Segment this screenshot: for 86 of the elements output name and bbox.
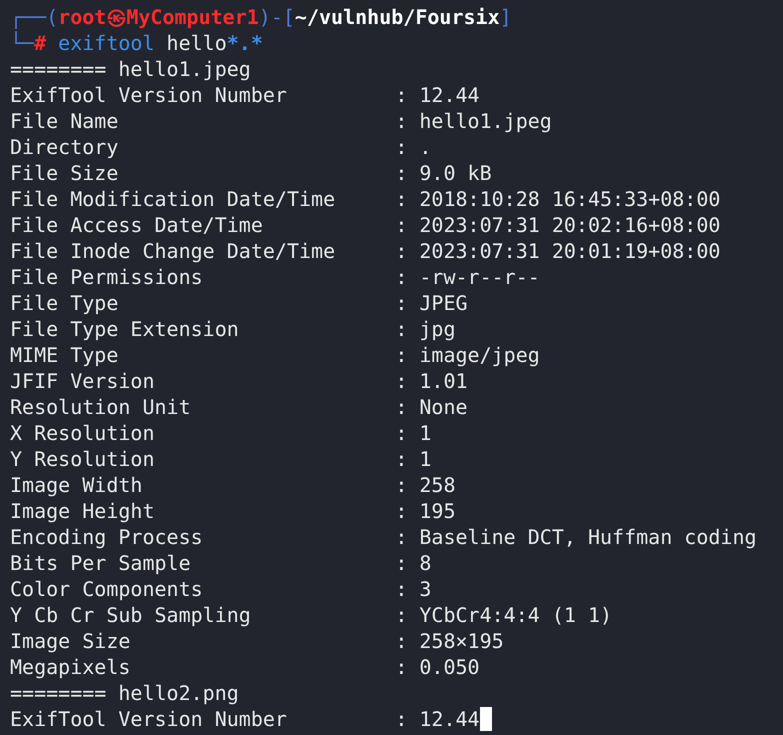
command-argument: hello xyxy=(166,30,227,56)
prompt-path: ~/vulnhub/Foursix xyxy=(294,4,500,30)
tag-name: X Resolution xyxy=(10,420,156,446)
tag-value: 9.0 kB xyxy=(419,160,492,186)
prompt-user-host: root㉿MyComputer1 xyxy=(58,4,259,30)
tag-value: None xyxy=(419,394,468,420)
colon: : xyxy=(395,394,408,420)
tag-value: jpg xyxy=(419,316,456,342)
section-filename: hello2.png xyxy=(118,680,239,706)
command-name: exiftool xyxy=(58,30,154,56)
tag-name: Encoding Process xyxy=(10,524,204,550)
colon: : xyxy=(395,550,408,576)
tag-name: Bits Per Sample xyxy=(10,550,192,576)
tag-value: JPEG xyxy=(419,290,468,316)
colon: : xyxy=(395,498,408,524)
tag-value: YCbCr4:4:4 (1 1) xyxy=(419,602,612,628)
colon: : xyxy=(395,524,408,550)
colon: : xyxy=(395,186,408,212)
section-rule: ======== xyxy=(10,680,106,706)
tag-value: 1.01 xyxy=(419,368,468,394)
tag-value: 12.44 xyxy=(419,706,480,732)
section-rule: ======== xyxy=(10,56,106,82)
colon: : xyxy=(395,108,408,134)
tag-name: Y Resolution xyxy=(10,446,156,472)
colon: : xyxy=(395,706,408,732)
tag-value: 195 xyxy=(419,498,456,524)
prompt-bracket: ] xyxy=(500,4,512,30)
prompt-corner: └─ xyxy=(10,30,34,56)
colon: : xyxy=(395,290,408,316)
tag-name: MIME Type xyxy=(10,342,120,368)
tag-value: 1 xyxy=(419,446,432,472)
tag-name: File Permissions xyxy=(10,264,204,290)
tag-name: File Access Date/Time xyxy=(10,212,264,238)
colon: : xyxy=(395,368,408,394)
tag-value: . xyxy=(419,134,432,160)
tag-name: File Name xyxy=(10,108,120,134)
colon: : xyxy=(395,602,408,628)
tag-value: 8 xyxy=(419,550,432,576)
tag-value: Baseline DCT, Huffman coding xyxy=(419,524,757,550)
tag-name: Image Size xyxy=(10,628,132,654)
tag-name: Image Height xyxy=(10,498,156,524)
colon: : xyxy=(395,446,408,472)
tag-name: Y Cb Cr Sub Sampling xyxy=(10,602,252,628)
tag-name: Resolution Unit xyxy=(10,394,192,420)
command-glob: *.* xyxy=(226,30,263,56)
tag-value: image/jpeg xyxy=(419,342,540,368)
section-filename: hello1.jpeg xyxy=(118,56,251,82)
tag-name: File Modification Date/Time xyxy=(10,186,336,212)
tag-value: 2018:10:28 16:45:33+08:00 xyxy=(419,186,720,212)
colon: : xyxy=(395,472,408,498)
tag-value: 2023:07:31 20:02:16+08:00 xyxy=(419,212,720,238)
colon: : xyxy=(395,654,408,680)
colon: : xyxy=(395,628,408,654)
tag-name: ExifTool Version Number xyxy=(10,706,288,732)
tag-name: Image Width xyxy=(10,472,144,498)
colon: : xyxy=(395,160,408,186)
tag-value: hello1.jpeg xyxy=(419,108,552,134)
tag-name: ExifTool Version Number xyxy=(10,82,288,108)
prompt-corner: ┌──( xyxy=(10,4,58,30)
tag-name: File Type xyxy=(10,290,120,316)
colon: : xyxy=(395,238,408,264)
tag-name: File Type Extension xyxy=(10,316,240,342)
tag-value: 3 xyxy=(419,576,432,602)
tag-name: Color Components xyxy=(10,576,204,602)
tag-name: File Inode Change Date/Time xyxy=(10,238,336,264)
tag-name: JFIF Version xyxy=(10,368,156,394)
colon: : xyxy=(395,264,408,290)
colon: : xyxy=(395,342,408,368)
tag-value: 258 xyxy=(419,472,456,498)
tag-value: -rw-r--r-- xyxy=(419,264,540,290)
colon: : xyxy=(395,82,408,108)
colon: : xyxy=(395,576,408,602)
tag-value: 12.44 xyxy=(419,82,480,108)
tag-value: 258×195 xyxy=(419,628,504,654)
tag-value: 1 xyxy=(419,420,432,446)
colon: : xyxy=(395,316,408,342)
tag-name: Megapixels xyxy=(10,654,132,680)
tag-name: Directory xyxy=(10,134,120,160)
tag-value: 2023:07:31 20:01:19+08:00 xyxy=(419,238,720,264)
colon: : xyxy=(395,420,408,446)
prompt-separator: )-[ xyxy=(258,4,295,30)
tag-value: 0.050 xyxy=(419,654,480,680)
prompt-symbol: # xyxy=(34,30,46,56)
colon: : xyxy=(395,212,408,238)
tag-name: File Size xyxy=(10,160,120,186)
colon: : xyxy=(395,134,408,160)
